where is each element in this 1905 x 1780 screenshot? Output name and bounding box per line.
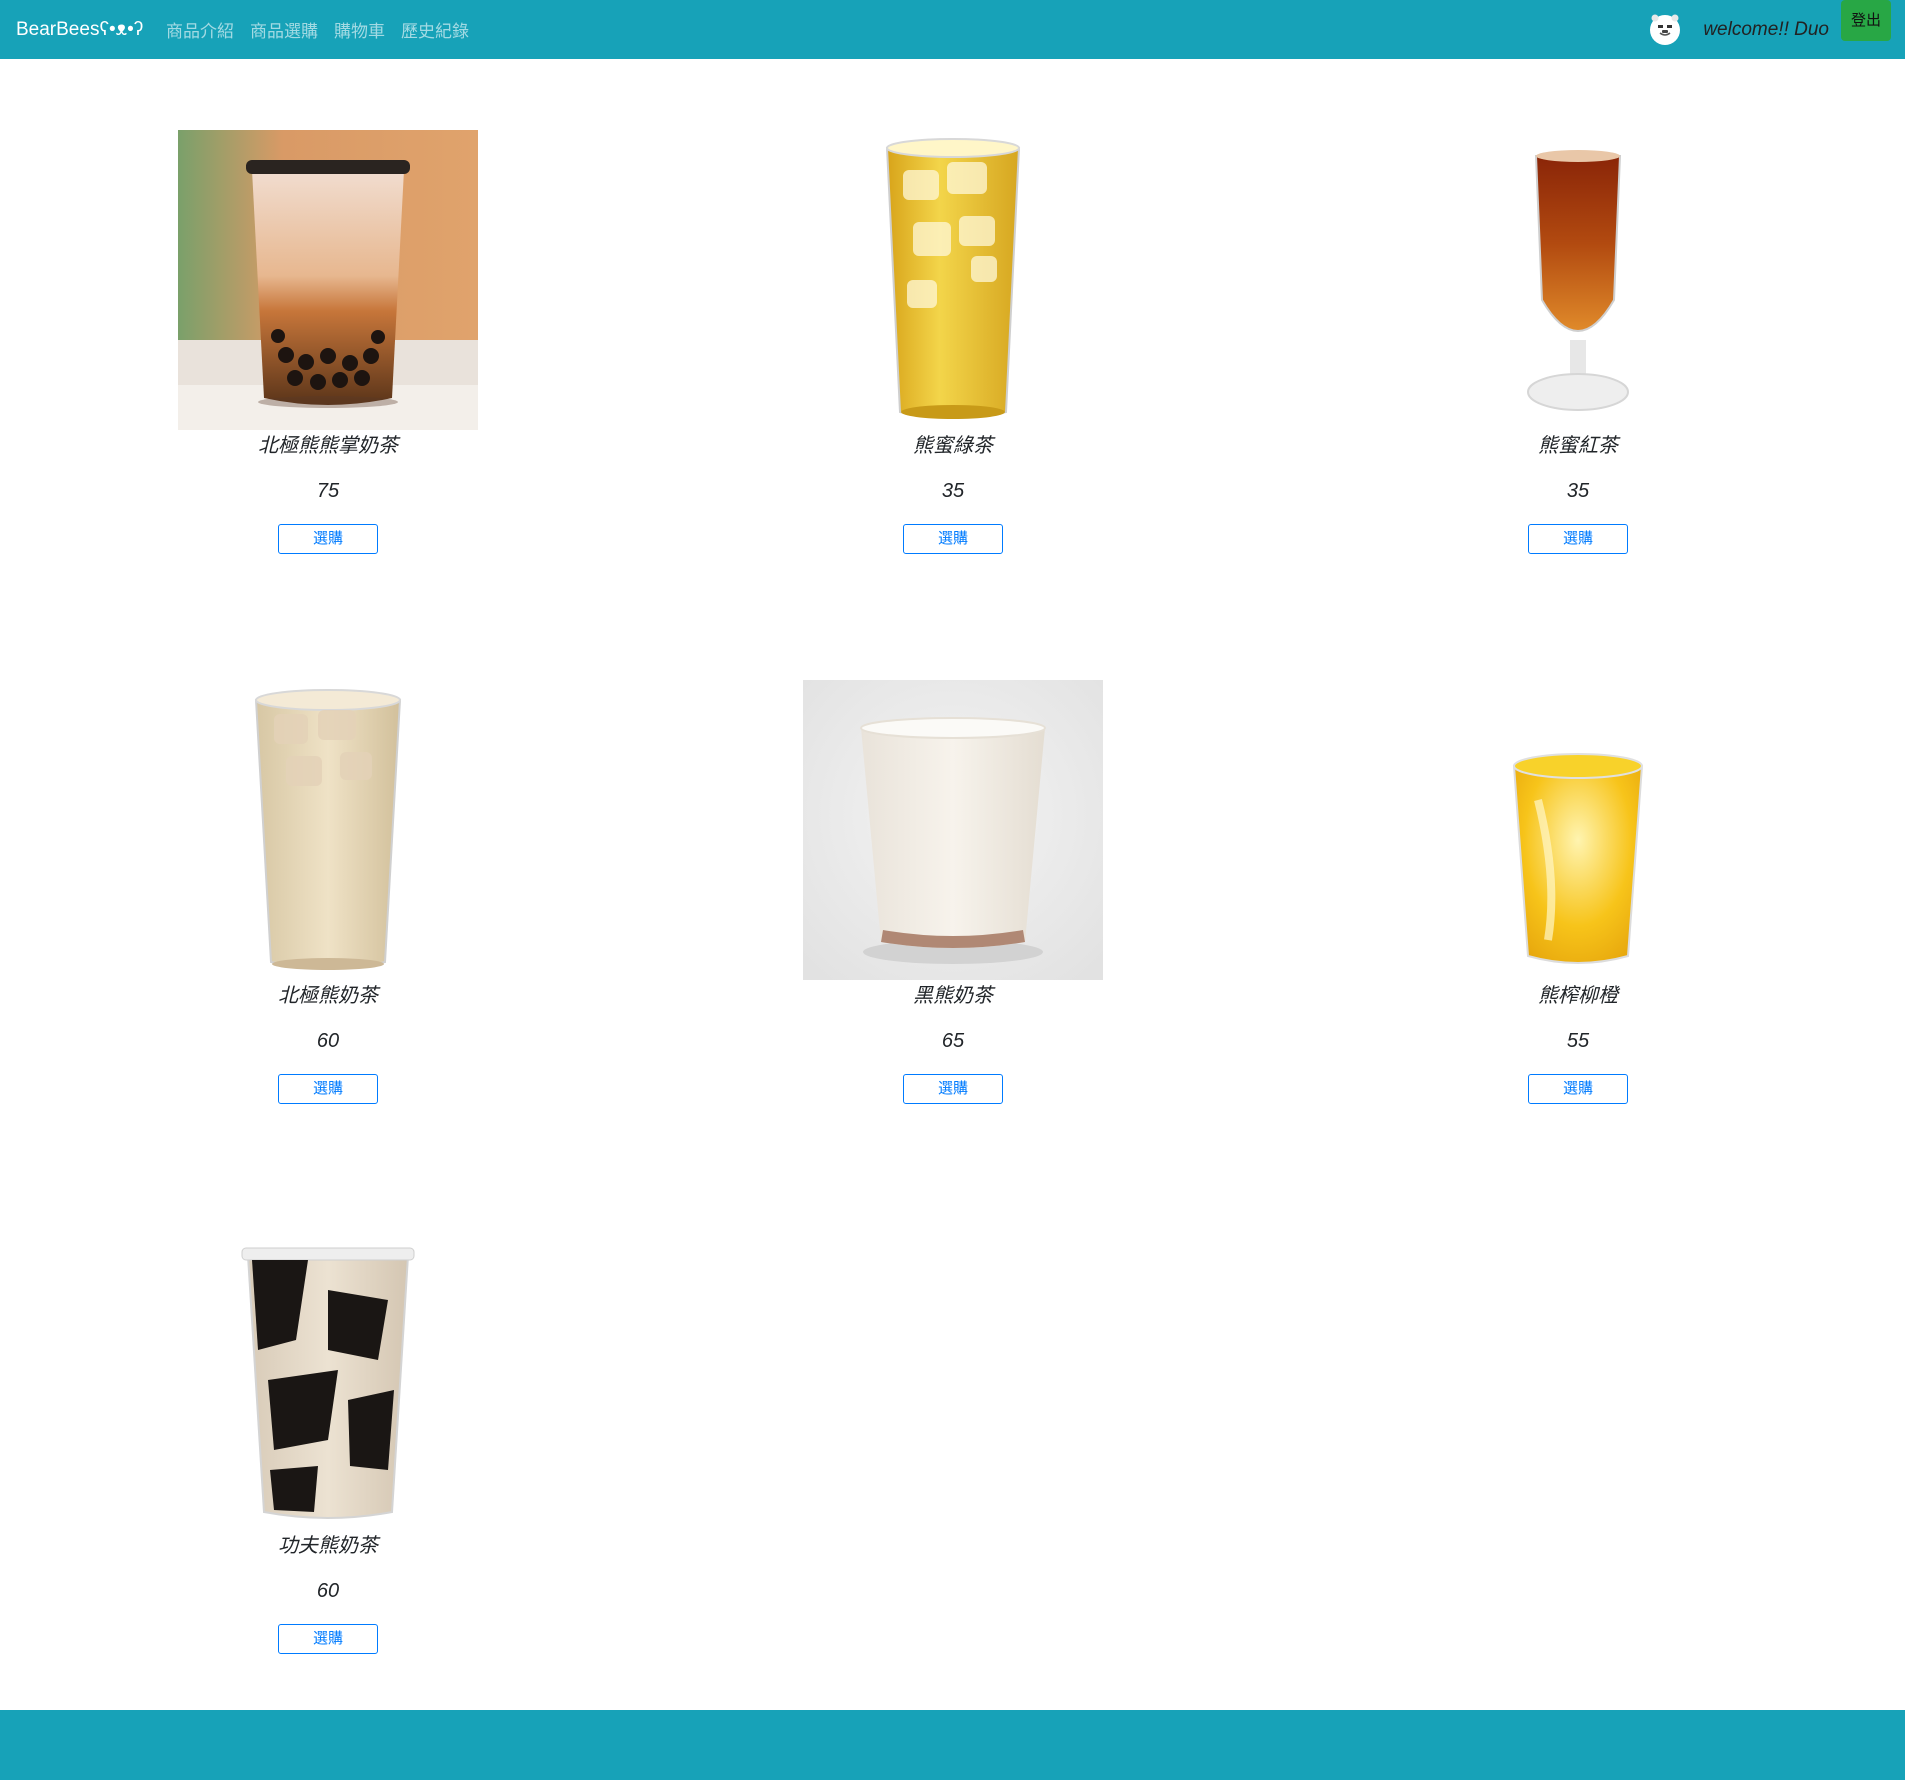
iced-green-tea-photo	[803, 130, 1103, 430]
product-price: 35	[941, 480, 965, 502]
product-name: 北極熊熊掌奶茶	[258, 433, 398, 457]
product-image-black-bear-milk-tea	[803, 680, 1103, 980]
nav-link-product-intro[interactable]: 商品介紹	[166, 17, 234, 42]
product-name: 黑熊奶茶	[913, 983, 993, 1007]
product-name: 熊蜜紅茶	[1538, 433, 1618, 457]
product-name: 北極熊奶茶	[278, 983, 378, 1007]
product-price: 60	[316, 1580, 340, 1602]
milk-tea-cup-photo	[803, 680, 1103, 980]
buy-button[interactable]: 選購	[278, 524, 378, 554]
iced-milk-tea-photo	[178, 680, 478, 980]
nav-link-cart[interactable]: 購物車	[334, 17, 385, 42]
product-image-milk-tea	[178, 680, 478, 980]
nav-link-history[interactable]: 歷史紀錄	[401, 17, 469, 42]
product-price: 55	[1566, 1030, 1590, 1052]
product-name: 熊榨柳橙	[1538, 983, 1618, 1007]
buy-button[interactable]: 選購	[903, 524, 1003, 554]
product-image-orange-juice	[1428, 680, 1728, 980]
grass-jelly-milk-tea-photo	[178, 1230, 478, 1530]
buy-button[interactable]: 選購	[1528, 1074, 1628, 1104]
nav-link-product-shop[interactable]: 商品選購	[250, 17, 318, 42]
buy-button[interactable]: 選購	[278, 1624, 378, 1654]
product-price: 75	[316, 480, 340, 502]
buy-button[interactable]: 選購	[903, 1074, 1003, 1104]
logout-button[interactable]: 登出	[1841, 0, 1891, 41]
buy-button[interactable]: 選購	[1528, 524, 1628, 554]
product-card: 熊榨柳橙 55 選購	[1428, 680, 1728, 1104]
product-image-kungfu-milk-tea	[178, 1230, 478, 1530]
iced-black-tea-photo	[1428, 130, 1728, 430]
brand-logo[interactable]: BearBeesʕ•ᴥ•ʔ	[16, 0, 143, 59]
product-price: 60	[316, 1030, 340, 1052]
product-price: 65	[941, 1030, 965, 1052]
product-image-green-tea	[803, 130, 1103, 430]
product-card: 熊蜜紅茶 35 選購	[1428, 130, 1728, 554]
bubble-milk-tea-photo	[178, 130, 478, 430]
product-price: 35	[1566, 480, 1590, 502]
buy-button[interactable]: 選購	[278, 1074, 378, 1104]
product-name: 熊蜜綠茶	[913, 433, 993, 457]
product-card: 功夫熊奶茶 60 選購	[178, 1230, 478, 1654]
product-image-black-tea	[1428, 130, 1728, 430]
product-card: 北極熊熊掌奶茶 75 選購	[178, 130, 478, 554]
product-card: 北極熊奶茶 60 選購	[178, 680, 478, 1104]
footer-bar	[0, 1710, 1905, 1780]
product-card: 黑熊奶茶 65 選購	[803, 680, 1103, 1104]
top-navbar: BearBeesʕ•ᴥ•ʔ 商品介紹 商品選購 購物車 歷史紀錄 welcome…	[0, 0, 1905, 59]
product-card: 熊蜜綠茶 35 選購	[803, 130, 1103, 554]
nav-links: 商品介紹 商品選購 購物車 歷史紀錄	[166, 0, 469, 59]
welcome-text: welcome!! Duo	[1703, 19, 1829, 40]
product-image-bubble-milk-tea	[178, 130, 478, 430]
avatar	[1650, 14, 1680, 45]
orange-juice-photo	[1428, 680, 1728, 980]
product-name: 功夫熊奶茶	[278, 1533, 378, 1557]
